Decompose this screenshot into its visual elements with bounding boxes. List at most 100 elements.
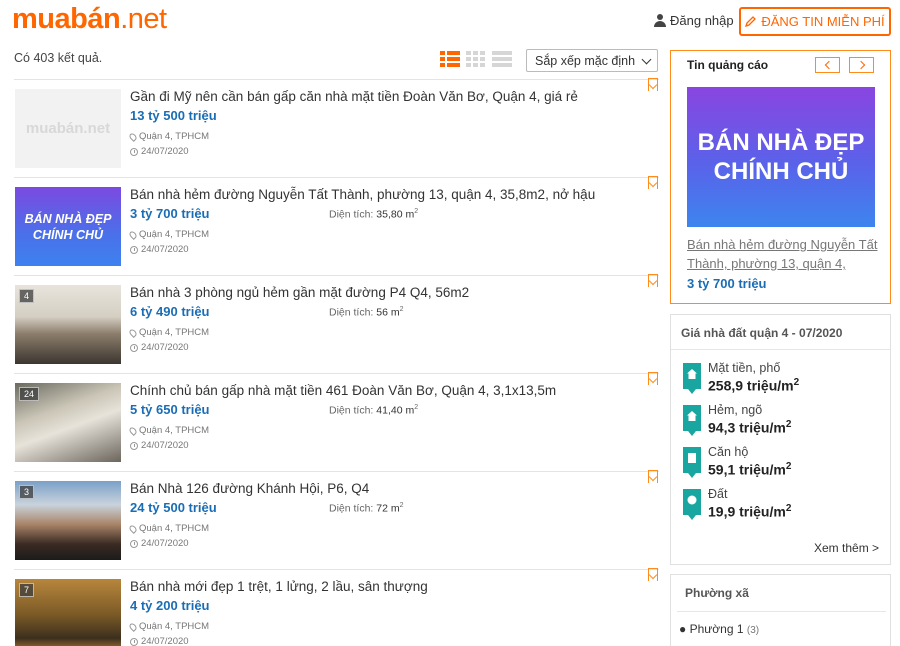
price-unit-sup: 2 — [785, 503, 792, 514]
alley-house-icon — [683, 405, 701, 436]
area-label: Diện tích: — [329, 208, 374, 221]
price-value-text: 258,9 triệu/m — [708, 377, 794, 394]
listing-area: Diện tích: 56 m2 — [329, 306, 404, 319]
clock-icon — [130, 245, 138, 254]
listing-thumbnail[interactable]: muabán.net — [15, 89, 121, 168]
sponsored-ad-title: Tin quảng cáo — [687, 58, 769, 72]
bookmark-icon[interactable] — [648, 568, 658, 581]
post-free-ad-label: ĐĂNG TIN MIỄN PHÍ — [761, 14, 885, 29]
sponsored-ad-price: 3 tỷ 700 triệu — [687, 276, 767, 291]
price-value: 19,9 triệu/m2 — [708, 503, 791, 520]
listing-date: 24/07/2020 — [130, 244, 189, 255]
location-text: Quận 4, TPHCM — [139, 229, 210, 240]
see-more-link[interactable]: Xem thêm > — [814, 541, 879, 555]
listing-title[interactable]: Bán nhà mới đẹp 1 trệt, 1 lửng, 2 lầu, s… — [130, 579, 428, 594]
site-logo[interactable]: muabán.net — [12, 3, 167, 36]
location-pin-icon — [128, 621, 138, 632]
listing-title[interactable]: Bán nhà hẻm đường Nguyễn Tất Thành, phườ… — [130, 187, 595, 202]
divider — [677, 611, 886, 612]
result-count: Có 403 kết quả. — [14, 51, 103, 65]
listing-title[interactable]: Bán nhà 3 phòng ngủ hẻm gần mặt đường P4… — [130, 285, 469, 300]
clock-icon — [130, 343, 138, 352]
listing-price: 24 tỷ 500 triệu — [130, 500, 217, 515]
date-text: 24/07/2020 — [141, 146, 189, 157]
pencil-icon — [745, 16, 757, 27]
location-text: Quận 4, TPHCM — [139, 621, 210, 632]
listing-date: 24/07/2020 — [130, 440, 189, 451]
date-text: 24/07/2020 — [141, 244, 189, 255]
post-free-ad-button[interactable]: ĐĂNG TIN MIỄN PHÍ — [739, 7, 891, 36]
chevron-right-icon[interactable] — [849, 57, 874, 73]
location-pin-icon — [128, 425, 138, 436]
ward-item[interactable]: ● Phường 1 (3) — [679, 622, 759, 636]
listing-price: 6 tỷ 490 triệu — [130, 304, 210, 319]
listing-date: 24/07/2020 — [130, 538, 189, 549]
sort-value: Sắp xếp mặc định — [535, 53, 636, 68]
price-unit-sup: 2 — [793, 377, 800, 388]
price-label: Mặt tiền, phố — [708, 361, 781, 375]
clock-icon — [130, 441, 138, 450]
price-unit-sup: 2 — [785, 419, 792, 430]
sort-select[interactable]: Sắp xếp mặc định — [526, 49, 658, 72]
location-text: Quận 4, TPHCM — [139, 425, 210, 436]
bookmark-icon[interactable] — [648, 470, 658, 483]
listing-thumbnail[interactable]: 3 — [15, 481, 121, 560]
price-value: 94,3 triệu/m2 — [708, 419, 791, 436]
sponsored-ad-link[interactable]: Bán nhà hẻm đường Nguyễn Tất Thành, phườ… — [687, 235, 883, 273]
area-unit-sup: 2 — [414, 404, 419, 411]
area-value: 56 m — [376, 306, 400, 319]
sponsored-ad-box: Tin quảng cáo BÁN NHÀ ĐẸP CHÍNH CHỦ Bán … — [670, 50, 891, 304]
list-view-icon[interactable] — [440, 51, 460, 68]
view-mode-switcher — [440, 51, 512, 68]
listing-area: Diện tích: 41,40 m2 — [329, 404, 418, 417]
tree-icon — [683, 489, 701, 520]
chevron-left-icon[interactable] — [815, 57, 840, 73]
area-value: 35,80 m — [376, 208, 415, 221]
ad-banner-text: BÁN NHÀ ĐẸP CHÍNH CHỦ — [697, 129, 865, 185]
listing-location: Quận 4, TPHCM — [128, 425, 210, 436]
listing-location: Quận 4, TPHCM — [128, 131, 210, 142]
apartment-icon — [683, 447, 701, 478]
area-unit-sup: 2 — [414, 208, 419, 215]
bookmark-icon[interactable] — [648, 372, 658, 385]
area-label: Diện tích: — [329, 404, 374, 417]
listing-thumbnail[interactable]: 7 — [15, 579, 121, 646]
listing-thumbnail[interactable]: 24 — [15, 383, 121, 462]
clock-icon — [130, 539, 138, 548]
location-text: Quận 4, TPHCM — [139, 131, 210, 142]
price-row-street-front: Mặt tiền, phố 258,9 triệu/m2 — [683, 359, 883, 399]
listing-item: 3 Bán Nhà 126 đường Khánh Hội, P6, Q4 24… — [14, 470, 659, 567]
sponsored-ad-banner[interactable]: BÁN NHÀ ĐẸP CHÍNH CHỦ — [687, 87, 875, 227]
login-link[interactable]: Đăng nhập — [654, 13, 734, 28]
price-value: 258,9 triệu/m2 — [708, 377, 799, 394]
clock-icon — [130, 637, 138, 646]
grid-view-icon[interactable] — [466, 51, 486, 68]
bookmark-icon[interactable] — [648, 176, 658, 189]
compact-view-icon[interactable] — [492, 51, 512, 68]
photo-count-badge: 7 — [19, 583, 35, 597]
divider — [671, 349, 890, 350]
date-text: 24/07/2020 — [141, 636, 189, 646]
listing-thumbnail[interactable]: 4 — [15, 285, 121, 364]
listing-title[interactable]: Gần đi Mỹ nên cần bán gấp căn nhà mặt ti… — [130, 89, 578, 104]
ward-count: (3) — [746, 625, 760, 636]
house-icon — [683, 363, 701, 394]
area-value: 72 m — [376, 502, 400, 515]
listing-thumbnail[interactable]: BÁN NHÀ ĐẸP CHÍNH CHỦ — [15, 187, 121, 266]
user-icon — [654, 14, 666, 27]
bookmark-icon[interactable] — [648, 274, 658, 287]
area-label: Diện tích: — [329, 306, 374, 319]
price-value-text: 94,3 triệu/m — [708, 419, 786, 436]
location-pin-icon — [128, 229, 138, 240]
price-row-alley: Hẻm, ngõ 94,3 triệu/m2 — [683, 401, 883, 441]
location-text: Quận 4, TPHCM — [139, 327, 210, 338]
listing-item: 24 Chính chủ bán gấp nhà mặt tiền 461 Đo… — [14, 372, 659, 469]
price-unit-sup: 2 — [785, 461, 792, 472]
price-value: 59,1 triệu/m2 — [708, 461, 791, 478]
land-price-title: Giá nhà đất quận 4 - 07/2020 — [681, 326, 843, 340]
bookmark-icon[interactable] — [648, 78, 658, 91]
listing-title[interactable]: Bán Nhà 126 đường Khánh Hội, P6, Q4 — [130, 481, 369, 496]
listing-title[interactable]: Chính chủ bán gấp nhà mặt tiền 461 Đoàn … — [130, 383, 556, 398]
date-text: 24/07/2020 — [141, 538, 189, 549]
date-text: 24/07/2020 — [141, 440, 189, 451]
